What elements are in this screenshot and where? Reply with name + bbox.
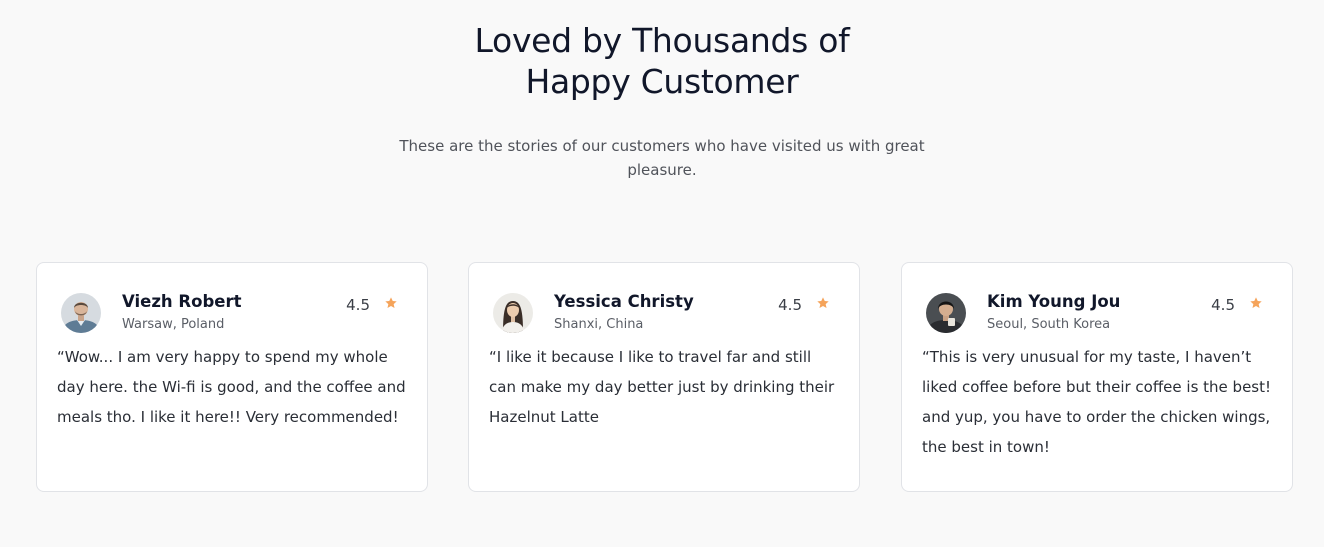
- customer-location: Warsaw, Poland: [122, 317, 225, 332]
- rating-value: 4.5: [346, 296, 370, 314]
- section-title-line-1: Loved by Thousands of: [474, 21, 850, 60]
- customer-name: Yessica Christy: [554, 292, 694, 311]
- avatar: [61, 293, 101, 333]
- star-icon: [817, 297, 829, 308]
- star-icon: [385, 297, 397, 308]
- testimonial-quote: “This is very unusual for my taste, I ha…: [922, 348, 1272, 456]
- customer-location: Seoul, South Korea: [987, 317, 1111, 332]
- testimonial-card: Kim Young Jou Seoul, South Korea 4.5 “Th…: [901, 262, 1293, 492]
- section-title: Loved by Thousands of Happy Customer: [0, 20, 1324, 102]
- testimonial-card: Viezh Robert Warsaw, Poland 4.5 “Wow... …: [36, 262, 428, 492]
- section-subtitle: These are the stories of our customers w…: [399, 137, 925, 179]
- rating-value: 4.5: [778, 296, 802, 314]
- rating-value: 4.5: [1211, 296, 1235, 314]
- testimonial-card: Yessica Christy Shanxi, China 4.5 “I lik…: [468, 262, 860, 492]
- testimonial-quote: “Wow... I am very happy to spend my whol…: [57, 348, 406, 426]
- customer-name: Kim Young Jou: [987, 292, 1121, 311]
- section-title-line-2: Happy Customer: [525, 62, 799, 101]
- testimonials-section: Loved by Thousands of Happy Customer The…: [0, 0, 1324, 547]
- avatar: [926, 293, 966, 333]
- customer-name: Viezh Robert: [122, 292, 242, 311]
- avatar: [493, 293, 533, 333]
- star-icon: [1250, 297, 1262, 308]
- customer-location: Shanxi, China: [554, 317, 644, 332]
- testimonial-quote: “I like it because I like to travel far …: [489, 348, 835, 426]
